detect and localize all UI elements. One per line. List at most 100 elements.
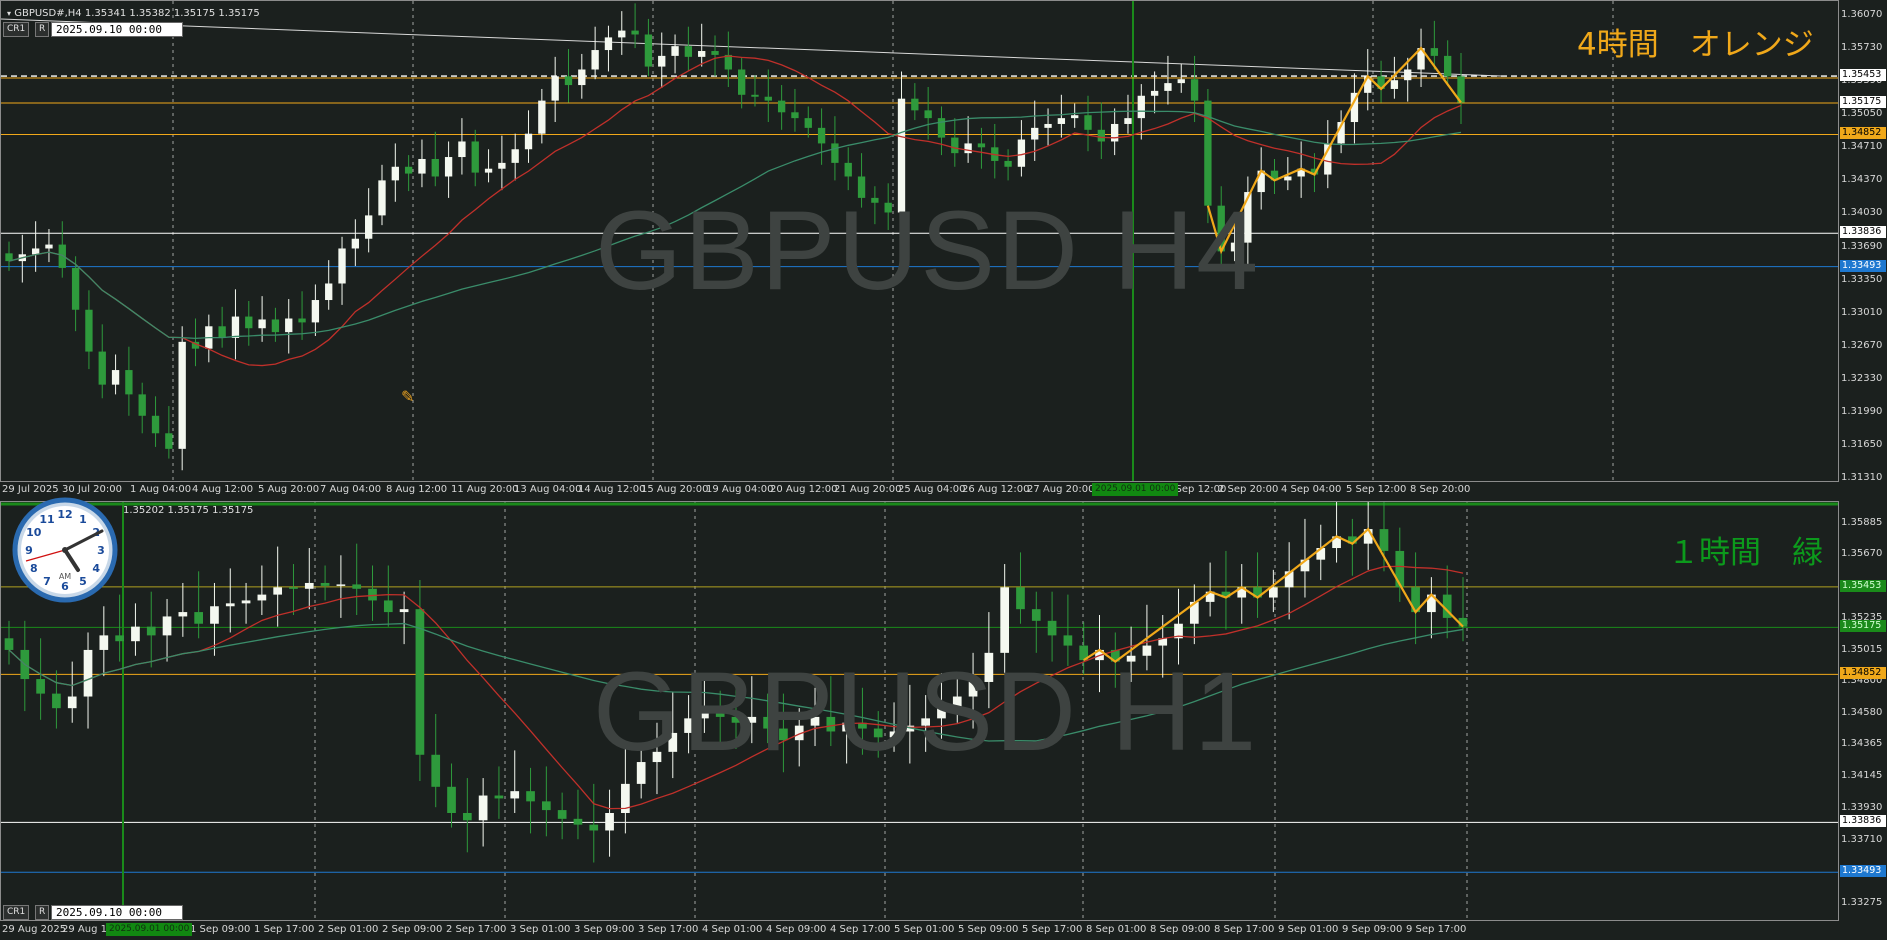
candle-body xyxy=(1016,587,1025,610)
candle-body xyxy=(151,415,160,434)
price-tick-label: 1.33710 xyxy=(1841,833,1883,845)
candle-body xyxy=(383,600,393,613)
candle-body xyxy=(484,168,493,173)
candle-body xyxy=(591,50,599,70)
candle-body xyxy=(210,606,219,624)
price-tick-label: 1.35050 xyxy=(1841,108,1883,120)
time-tick-label: 4 Sep 09:00 xyxy=(766,924,827,935)
analog-clock-widget[interactable]: 123456789101112 AM xyxy=(6,497,124,603)
candle-body xyxy=(494,795,504,799)
time-tick-label: 9 Sep 01:00 xyxy=(1278,924,1339,935)
candle-body xyxy=(526,791,535,802)
candle-body xyxy=(1071,115,1079,119)
h1-chart-pane[interactable]: GBPUSD H1 １時間 緑 1.35202 1.35175 1.35175 … xyxy=(0,501,1887,940)
candle-body xyxy=(447,786,456,814)
candle-body xyxy=(1110,123,1119,142)
price-tick-label: 1.36070 xyxy=(1841,9,1883,20)
h4-price-axis[interactable]: 1.360701.357301.353901.350501.347101.343… xyxy=(1839,0,1887,483)
candle-body xyxy=(777,100,786,113)
candle-body xyxy=(1390,80,1399,89)
candle-body xyxy=(764,96,772,101)
candle-body xyxy=(605,813,614,831)
h1-price-axis[interactable]: 1.358851.356701.354551.352351.350151.348… xyxy=(1839,501,1887,921)
candle-body xyxy=(1017,139,1026,167)
price-tick-label: 1.35885 xyxy=(1841,517,1883,528)
candle-body xyxy=(311,300,320,323)
candle-body xyxy=(538,100,546,134)
candle-body xyxy=(1097,129,1105,142)
time-tick-label: 5 Sep 12:00 xyxy=(1346,484,1407,495)
h1-plot-area[interactable]: GBPUSD H1 １時間 緑 1.35202 1.35175 1.35175 … xyxy=(0,501,1839,921)
time-tick-label: 8 Sep 01:00 xyxy=(1086,924,1147,935)
candle-body xyxy=(1190,79,1199,101)
time-tick-label: 25 Aug 04:00 xyxy=(898,484,966,495)
candle-body xyxy=(336,584,346,586)
price-tick-label: 1.33690 xyxy=(1841,240,1883,252)
candle-body xyxy=(557,810,567,819)
candle-body xyxy=(498,162,506,169)
h1-time-axis[interactable]: 29 Aug 202529 Aug 17:001 Sep 01:001 Sep … xyxy=(0,922,1839,938)
candle-body xyxy=(378,180,386,216)
candle-body xyxy=(138,394,146,416)
candle-body xyxy=(304,582,314,589)
candle-body xyxy=(1164,83,1172,91)
h4-cr1-button[interactable]: CR1 xyxy=(3,22,30,37)
candle-body xyxy=(542,801,551,811)
candle-body xyxy=(218,326,226,338)
clock-numeral: 9 xyxy=(25,544,33,557)
h1-date-box[interactable]: 2025.09.10 00:00 xyxy=(51,905,183,920)
price-tick-label: 1.33350 xyxy=(1841,273,1883,285)
trend-line[interactable] xyxy=(1,18,1502,77)
candle-body xyxy=(964,143,972,154)
candle-body xyxy=(273,587,283,595)
candle-body xyxy=(644,34,653,67)
h4-plot-area[interactable]: GBPUSD H4 4時間 オレンジ ▾ GBPUSD#,H4 1.35341 … xyxy=(0,0,1839,482)
pencil-icon[interactable]: ✎ xyxy=(401,387,414,407)
candle-body xyxy=(257,594,267,601)
candle-body xyxy=(111,370,120,385)
candle-body xyxy=(338,248,346,284)
candle-body xyxy=(511,149,519,163)
candle-body xyxy=(1137,95,1145,119)
h1-cr1-button[interactable]: CR1 xyxy=(3,905,30,920)
candle-body xyxy=(1395,550,1405,588)
h4-date-box[interactable]: 2025.09.10 00:00 xyxy=(51,22,183,37)
time-tick-label: 4 Sep 04:00 xyxy=(1281,484,1342,495)
candle-body xyxy=(178,341,186,449)
candle-body xyxy=(618,30,626,38)
clock-numeral: 6 xyxy=(61,580,69,593)
candle-body xyxy=(368,588,377,601)
candle-body xyxy=(951,137,959,154)
h4-time-axis[interactable]: 29 Jul 2025 30 Jul 20:00 1 Aug 04:00 4 Aug … xyxy=(0,482,1839,498)
price-level-label: 1.34852 xyxy=(1840,667,1886,680)
candle-body xyxy=(1177,79,1185,84)
candle-body xyxy=(125,370,133,395)
candle-body xyxy=(844,162,852,177)
price-tick-label: 1.35670 xyxy=(1841,548,1883,560)
candle-body xyxy=(85,309,93,352)
candle-body xyxy=(1379,529,1389,551)
collapse-arrow-icon[interactable]: ▾ xyxy=(7,9,11,18)
candle-body xyxy=(711,51,719,55)
h4-symbol-header: ▾ GBPUSD#,H4 1.35341 1.35382 1.35175 1.3… xyxy=(7,8,260,19)
time-tick-label: 21 Aug 20:00 xyxy=(834,484,902,495)
price-tick-label: 1.34030 xyxy=(1841,207,1883,219)
candle-body xyxy=(131,626,140,642)
price-tick-label: 1.33930 xyxy=(1841,801,1883,813)
candle-body xyxy=(791,112,799,119)
candle-body xyxy=(1084,115,1092,130)
price-level-label: 1.34852 xyxy=(1840,127,1886,140)
time-tick-label: 13 Aug 04:00 xyxy=(514,484,582,495)
time-tick-label: 1 Sep 09:00 xyxy=(190,924,251,935)
h4-chart-pane[interactable]: GBPUSD H4 4時間 オレンジ ▾ GBPUSD#,H4 1.35341 … xyxy=(0,0,1887,500)
h1-header-text: 1.35202 1.35175 1.35175 xyxy=(123,505,254,516)
candle-body xyxy=(1430,48,1439,56)
time-tick-label: 26 Aug 12:00 xyxy=(962,484,1030,495)
h4-r-button[interactable]: R xyxy=(35,22,50,37)
candle-body xyxy=(1404,69,1412,81)
candle-body xyxy=(225,603,235,607)
h1-r-button[interactable]: R xyxy=(35,905,50,920)
time-tick-label: 5 Sep 17:00 xyxy=(1022,924,1083,935)
candle-body xyxy=(52,693,61,709)
candle-body xyxy=(365,215,373,239)
